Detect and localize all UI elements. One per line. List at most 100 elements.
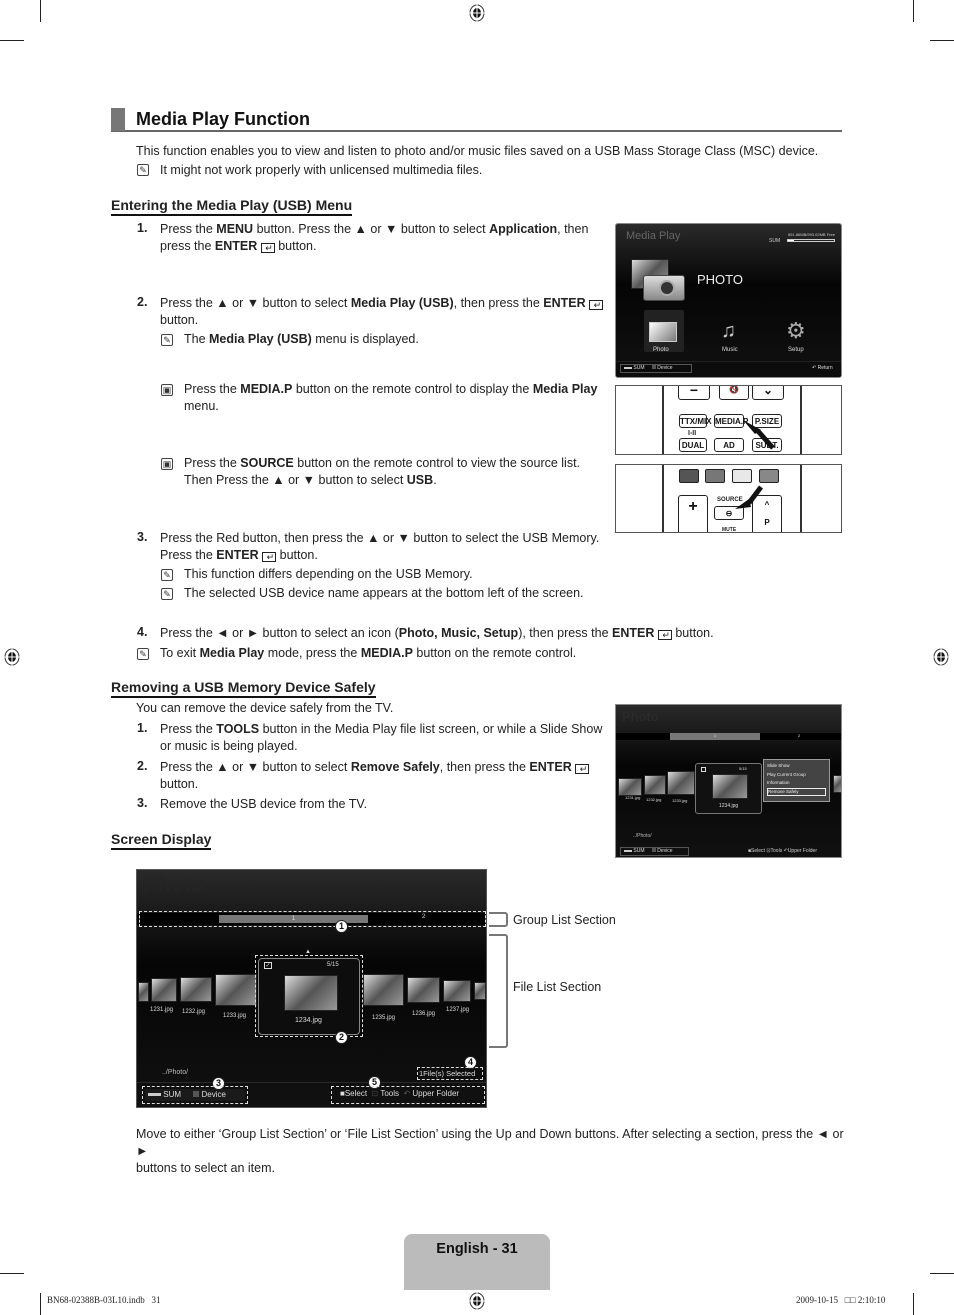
text: MENU xyxy=(216,222,254,236)
note-icon: ✎ xyxy=(161,588,173,600)
remote-mediap-illustration: − 🔇 ⌄ TTX/MIX MEDIA.P P.SIZE I-II DUAL A… xyxy=(615,385,842,455)
pointer-arrow-icon xyxy=(743,420,775,450)
volume-button: + xyxy=(678,495,708,532)
removing-intro: You can remove the device safely from th… xyxy=(136,701,394,715)
registration-mark-icon xyxy=(468,3,486,23)
button-ttx-mix: TTX/MIX xyxy=(679,414,712,428)
upper-folder-button[interactable]: ↶Upper Folder xyxy=(784,848,817,854)
menu-setup[interactable]: Setup xyxy=(788,347,804,353)
text: ENTER xyxy=(543,296,586,310)
crop-mark xyxy=(913,0,914,22)
mute-label: MUTE xyxy=(722,527,737,533)
step-2-text: Press the ▲ or ▼ button to select Media … xyxy=(160,295,605,329)
file-counter: 5/15 xyxy=(327,962,339,968)
crop-mark xyxy=(930,1273,954,1274)
text: menu. xyxy=(184,399,219,413)
text: Select xyxy=(751,848,765,854)
section-title: Media Play Function xyxy=(111,108,842,132)
step-3-text: Press the Red button, then press the ▲ o… xyxy=(160,530,610,564)
crop-mark xyxy=(40,0,41,22)
remote-icon: ▣ xyxy=(161,458,173,470)
group-1[interactable]: 1 xyxy=(670,733,760,740)
selected-file-card[interactable]: ✓ 5/15 1234.jpg xyxy=(258,958,360,1035)
menu-music[interactable]: Music xyxy=(722,347,738,353)
photo-camera-icon xyxy=(631,259,686,304)
registration-mark-icon xyxy=(468,1291,486,1311)
text: menu is displayed. xyxy=(311,332,419,346)
timestamp-footer: 2009-10-15 □□ 2:10:10 xyxy=(796,1295,886,1305)
text: ), then press the xyxy=(518,626,613,640)
current-path: ../Photo/ xyxy=(633,833,652,839)
text: button on the remote control to view the… xyxy=(293,456,581,470)
return-button[interactable]: ↶ Return xyxy=(812,365,833,371)
selected-file-card[interactable]: 5/15 1234.jpg xyxy=(695,763,762,814)
select-button[interactable]: ■Select xyxy=(748,848,765,854)
device-box[interactable]: SUM Device xyxy=(620,364,692,373)
file-thumbnail[interactable] xyxy=(443,980,471,1002)
mute-button: 🔇 xyxy=(719,386,749,400)
screen-title: Photo xyxy=(144,873,204,896)
select-button[interactable]: ■Select xyxy=(340,1089,367,1098)
file-thumbnail[interactable] xyxy=(407,977,440,1003)
tools-button[interactable]: ⊡Tools xyxy=(766,848,782,854)
enter-icon: ↵ xyxy=(262,552,277,562)
text: Press the xyxy=(160,548,217,562)
text: Press the xyxy=(184,382,241,396)
page-title: Media Play Function xyxy=(136,109,311,129)
text: USB xyxy=(406,473,434,487)
note-icon: ✎ xyxy=(161,569,173,581)
text: Press the ▲ or ▼ button to select xyxy=(160,296,351,310)
text: Photo, Music, Setup xyxy=(398,626,519,640)
file-thumbnail[interactable] xyxy=(618,778,642,796)
menu-photo[interactable]: Photo xyxy=(653,347,669,353)
note-icon: ✎ xyxy=(137,648,149,660)
text: The xyxy=(184,332,210,346)
file-thumbnail[interactable] xyxy=(474,982,486,1000)
selected-file-name: 1234.jpg xyxy=(719,803,739,809)
text: Upper Folder xyxy=(412,1089,460,1098)
file-name: 1237.jpg xyxy=(446,1007,470,1013)
upper-folder-button[interactable]: ↶ Upper Folder xyxy=(403,1089,459,1098)
registration-mark-icon xyxy=(932,647,950,667)
file-counter: 5/15 xyxy=(739,766,747,771)
text: button. xyxy=(276,548,318,562)
menu-item-slide-show[interactable]: Slide Show xyxy=(767,762,826,771)
file-thumbnail[interactable] xyxy=(215,974,257,1006)
file-thumbnail[interactable] xyxy=(667,771,695,795)
menu-item-play-current-group[interactable]: Play Current Group xyxy=(767,771,826,780)
step-1-text: Press the MENU button. Press the ▲ or ▼ … xyxy=(160,221,600,255)
device-box[interactable]: SUM Device xyxy=(620,847,689,856)
file-name: 1236.jpg xyxy=(412,1011,436,1017)
file-thumbnail[interactable] xyxy=(151,978,177,1002)
menu-item-remove-safely[interactable]: Remove Safely xyxy=(767,787,826,796)
file-thumbnail[interactable] xyxy=(644,775,666,795)
text: Media Play (USB) xyxy=(209,332,312,346)
tools-button[interactable]: ⊡ Tools xyxy=(372,1089,399,1098)
callout-2: 2 xyxy=(335,1031,348,1044)
red-button xyxy=(679,469,699,483)
file-thumbnail[interactable] xyxy=(180,977,212,1002)
menu-item-information[interactable]: Information xyxy=(767,779,826,788)
usb-icon xyxy=(624,366,632,369)
text: MEDIA.P xyxy=(360,646,413,660)
checkbox-checked-icon[interactable]: ✓ xyxy=(264,962,272,969)
device-box[interactable]: SUM Device xyxy=(145,1089,245,1101)
file-thumbnail[interactable] xyxy=(138,982,149,1002)
file-thumbnail[interactable] xyxy=(363,974,404,1006)
note-icon: ✎ xyxy=(137,164,149,176)
group-list-bracket xyxy=(489,912,508,927)
text: Device xyxy=(657,365,673,371)
checkbox-icon[interactable] xyxy=(701,767,706,772)
file-thumbnail[interactable] xyxy=(833,775,841,793)
music-note-icon: ♫ xyxy=(721,320,736,342)
remote-note-1: Press the MEDIA.P button on the remote c… xyxy=(184,381,604,415)
screen-title: Media Play xyxy=(626,230,681,242)
text: or music is being played. xyxy=(160,739,298,753)
green-button-icon xyxy=(193,1091,200,1097)
step-number: 4. xyxy=(137,625,148,639)
file-name: 1233.jpg xyxy=(672,798,688,803)
selected-thumbnail xyxy=(284,975,338,1011)
group-2[interactable]: 2 xyxy=(798,733,800,738)
step-number: 2. xyxy=(137,295,148,309)
text: To exit xyxy=(160,646,200,660)
